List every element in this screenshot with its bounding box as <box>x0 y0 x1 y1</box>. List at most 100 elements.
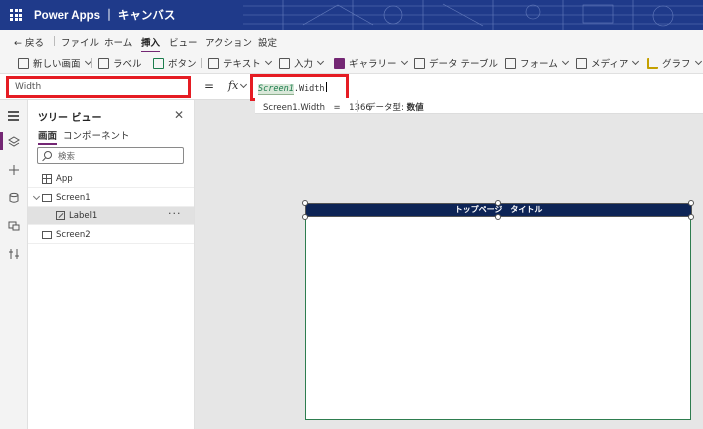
tree-item-label: Screen1 <box>56 193 91 203</box>
toolbar-divider <box>201 58 202 68</box>
text-caret <box>325 82 327 92</box>
screen-icon <box>42 231 52 239</box>
button-button[interactable]: ボタン <box>153 56 197 70</box>
menu-file[interactable]: ファイル <box>61 35 99 49</box>
input-button[interactable]: 入力 <box>279 56 325 70</box>
chevron-down-icon <box>264 57 272 66</box>
menu-settings[interactable]: 設定 <box>258 35 277 49</box>
table-icon <box>414 57 425 69</box>
formula-input[interactable]: Screen1.Width <box>250 74 349 101</box>
screen-icon <box>42 194 52 202</box>
active-indicator <box>0 132 3 150</box>
resize-handle[interactable] <box>495 214 501 220</box>
gallery-icon <box>334 57 345 69</box>
tree-item-label1[interactable]: Label1 ··· <box>28 207 194 225</box>
chart-button-label: グラフ <box>662 59 691 70</box>
tree-item-app[interactable]: App <box>28 170 194 188</box>
app-title: Power Apps ｜ キャンバス <box>34 10 176 22</box>
power-apps-studio: Power Apps ｜ キャンバス ← 戻る ファイル ホーム 挿入 ビュー … <box>0 0 703 429</box>
left-rail <box>0 100 28 429</box>
resize-handle[interactable] <box>688 200 694 206</box>
chevron-down-icon <box>400 57 408 66</box>
data-type-value: 数値 <box>406 103 424 113</box>
back-label: 戻る <box>25 38 45 49</box>
new-screen-button[interactable]: 新しい画面 <box>18 56 92 70</box>
label-button[interactable]: ラベル <box>98 56 142 70</box>
chevron-down-icon <box>316 57 325 66</box>
database-icon[interactable] <box>8 192 20 204</box>
chevron-down-icon <box>632 57 640 66</box>
header-blueprint-pattern <box>243 0 703 30</box>
menu-home[interactable]: ホーム <box>104 35 132 49</box>
screen1-preview[interactable] <box>305 207 691 420</box>
chart-icon <box>647 57 658 69</box>
tools-icon[interactable] <box>8 248 20 260</box>
plus-icon[interactable] <box>8 164 20 176</box>
formula-property: .Width <box>293 84 325 94</box>
close-icon[interactable]: ✕ <box>174 108 184 122</box>
formula-result-strip: Screen1.Width = 1366 データ型: 数値 <box>255 98 703 114</box>
design-canvas[interactable]: トップページ タイトル <box>195 114 703 429</box>
fx-icon[interactable]: fx <box>228 79 238 92</box>
text-button-label: テキスト <box>223 59 261 70</box>
tree-view-title: ツリー ビュー <box>38 113 102 124</box>
menu-view[interactable]: ビュー <box>169 35 198 49</box>
tree-item-label: Screen2 <box>56 230 91 240</box>
data-type-label: データ型: <box>367 103 404 113</box>
chevron-down-icon <box>694 57 702 66</box>
title-bar: Power Apps ｜ キャンバス <box>0 0 703 30</box>
more-options-icon[interactable]: ··· <box>168 207 182 220</box>
chart-button[interactable]: グラフ <box>647 56 702 70</box>
form-button-label: フォーム <box>520 59 558 70</box>
formula-result: Screen1.Width = 1366 <box>263 103 371 113</box>
text-button[interactable]: テキスト <box>208 56 272 70</box>
tab-screens[interactable]: 画面 <box>38 128 58 145</box>
screen-icon <box>18 57 29 69</box>
resize-handle[interactable] <box>495 200 501 206</box>
insert-toolbar: 新しい画面 ラベル ボタン テキスト 入力 ギャラリー データ テーブル フォー… <box>0 52 703 74</box>
media-icon[interactable] <box>8 220 20 232</box>
back-button[interactable]: ← 戻る <box>14 35 44 49</box>
equals-sign: = <box>204 79 215 93</box>
data-table-button-label: データ テーブル <box>429 59 498 70</box>
form-button[interactable]: フォーム <box>505 56 569 70</box>
resize-handle[interactable] <box>302 214 308 220</box>
data-type-info: データ型: 数値 <box>367 101 424 113</box>
result-divider <box>357 100 358 112</box>
toolbar-divider <box>91 58 92 68</box>
resize-handle[interactable] <box>302 200 308 206</box>
label-button-label: ラベル <box>113 59 142 70</box>
tree-item-label: Label1 <box>69 211 98 221</box>
search-icon <box>44 151 52 159</box>
button-button-label: ボタン <box>168 59 197 70</box>
menu-action[interactable]: アクション <box>205 35 252 49</box>
menu-divider <box>54 36 55 46</box>
chevron-down-icon[interactable] <box>32 192 41 201</box>
tree-view-panel: ツリー ビュー ✕ 画面 コンポーネント 検索 App Screen1 Labe… <box>28 100 195 429</box>
media-button[interactable]: メディア <box>576 56 640 70</box>
label-icon <box>98 57 109 69</box>
app-launcher-icon[interactable] <box>10 9 22 21</box>
data-table-button[interactable]: データ テーブル <box>414 56 498 70</box>
tree-search-input[interactable]: 検索 <box>37 147 184 164</box>
input-button-label: 入力 <box>294 59 314 70</box>
tree-item-screen1[interactable]: Screen1 <box>28 189 194 207</box>
tab-components[interactable]: コンポーネント <box>63 128 130 142</box>
input-icon <box>279 57 290 69</box>
gallery-button-label: ギャラリー <box>349 59 397 70</box>
search-placeholder: 検索 <box>58 152 76 162</box>
text-icon <box>208 57 219 69</box>
property-dropdown[interactable]: Width <box>6 76 191 98</box>
menu-insert[interactable]: 挿入 <box>141 35 161 53</box>
chevron-down-icon[interactable] <box>239 80 248 89</box>
hamburger-menu-icon[interactable] <box>8 111 20 123</box>
tree-item-label: App <box>56 174 73 184</box>
resize-handle[interactable] <box>688 214 694 220</box>
gallery-button[interactable]: ギャラリー <box>334 56 408 70</box>
chevron-down-icon <box>561 57 569 66</box>
media-button-label: メディア <box>591 59 629 70</box>
back-arrow-icon: ← <box>14 38 22 49</box>
layers-icon[interactable] <box>8 136 20 148</box>
menu-bar: ← 戻る ファイル ホーム 挿入 ビュー アクション 設定 <box>0 30 703 53</box>
tree-item-screen2[interactable]: Screen2 <box>28 226 194 244</box>
